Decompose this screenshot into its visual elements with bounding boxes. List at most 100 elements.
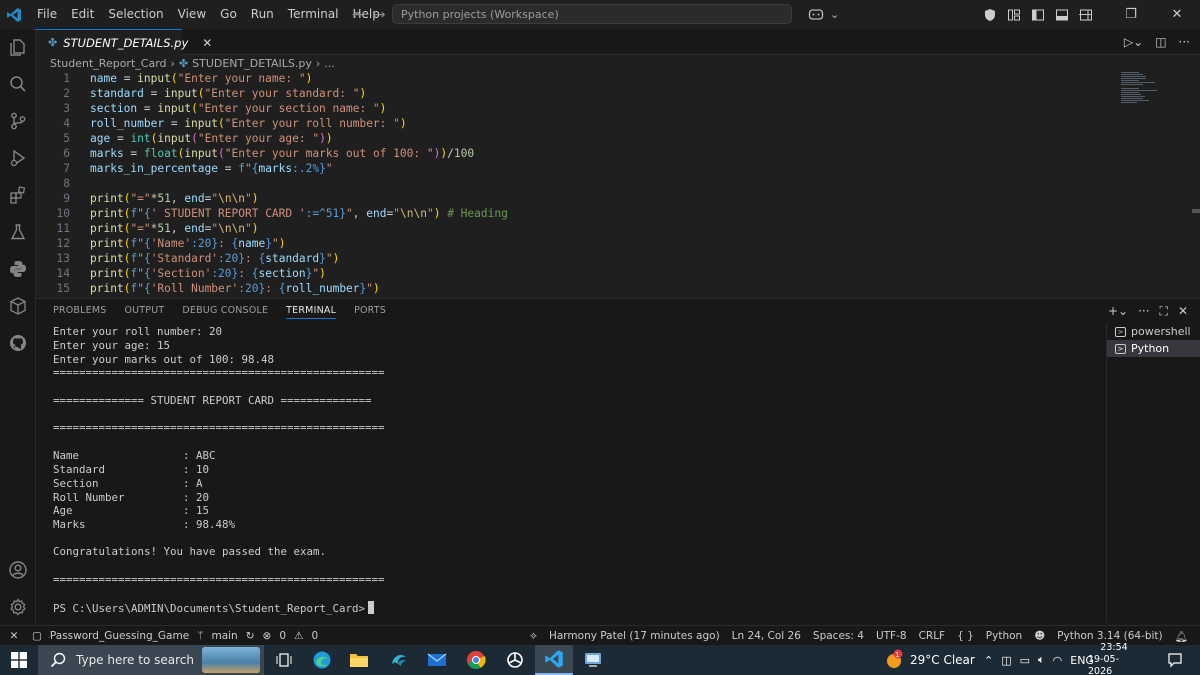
meet-now-icon[interactable]: ◫ bbox=[1001, 654, 1011, 667]
status-spaces[interactable]: Spaces: 4 bbox=[813, 630, 864, 642]
terminal-line: Enter your roll number: 20 bbox=[53, 325, 223, 338]
maximize-panel-icon[interactable]: ⛶ bbox=[1160, 304, 1168, 319]
status-language[interactable]: Python bbox=[986, 630, 1022, 642]
status-interpreter[interactable]: Python 3.14 (64-bit) bbox=[1057, 630, 1163, 642]
status-warnings[interactable]: 0 bbox=[311, 630, 318, 642]
run-python-file-icon[interactable]: ▷⌄ bbox=[1124, 35, 1143, 49]
wifi-icon[interactable]: ◠ bbox=[1053, 654, 1063, 667]
menu-run[interactable]: Run bbox=[244, 0, 281, 29]
tab-output[interactable]: OUTPUT bbox=[124, 305, 164, 316]
remote-window-icon[interactable]: ✕ bbox=[0, 626, 28, 646]
menu-file[interactable]: File bbox=[30, 0, 64, 29]
terminal-item-python[interactable]: > Python bbox=[1107, 340, 1200, 357]
terminal-line: ============== STUDENT REPORT CARD =====… bbox=[53, 394, 372, 407]
status-folder[interactable]: Password_Guessing_Game bbox=[50, 630, 189, 642]
app-icon-monitor[interactable] bbox=[574, 645, 612, 675]
more-actions-icon[interactable]: ··· bbox=[1179, 35, 1190, 49]
remote-explorer-icon[interactable] bbox=[0, 288, 36, 324]
close-window-icon[interactable]: ✕ bbox=[1154, 0, 1200, 29]
menu-view[interactable]: View bbox=[171, 0, 213, 29]
customize-layout-icon[interactable] bbox=[1007, 8, 1021, 22]
minimize-icon[interactable]: — bbox=[1062, 0, 1108, 29]
minimap[interactable] bbox=[1119, 71, 1179, 111]
explorer-icon[interactable] bbox=[0, 29, 36, 65]
task-view-icon[interactable] bbox=[265, 645, 303, 675]
close-panel-icon[interactable]: ✕ bbox=[1178, 304, 1188, 318]
copilot-status-icon[interactable]: ☻ bbox=[1034, 630, 1045, 642]
app-icon-wave[interactable] bbox=[380, 645, 418, 675]
editor-scrollbar[interactable] bbox=[1192, 209, 1200, 213]
line-number: 3 bbox=[63, 102, 70, 115]
testing-flask-icon[interactable] bbox=[0, 214, 36, 250]
weather-widget[interactable]: 1 29°C Clear bbox=[882, 645, 975, 675]
terminal-prompt: PS C:\Users\ADMIN\Documents\Student_Repo… bbox=[53, 601, 375, 615]
code-line: 10 print(f"{' STUDENT REPORT CARD ':=^51}… bbox=[36, 206, 1136, 221]
more-actions-icon[interactable]: ··· bbox=[1138, 304, 1149, 318]
windows-start-icon[interactable] bbox=[0, 645, 38, 675]
tab-ports[interactable]: PORTS bbox=[354, 305, 386, 316]
github-icon[interactable] bbox=[0, 325, 36, 361]
source-control-icon[interactable] bbox=[0, 103, 36, 139]
status-encoding[interactable]: UTF-8 bbox=[876, 630, 907, 642]
status-blame[interactable]: Harmony Patel (17 minutes ago) bbox=[549, 630, 720, 642]
breadcrumb-file[interactable]: STUDENT_DETAILS.py bbox=[192, 57, 312, 70]
extensions-icon[interactable] bbox=[0, 177, 36, 213]
menu-go[interactable]: Go bbox=[213, 0, 244, 29]
speaker-icon[interactable]: 🔈︎ bbox=[1038, 653, 1045, 667]
breadcrumb-more[interactable]: ... bbox=[324, 57, 335, 70]
menu-edit[interactable]: Edit bbox=[64, 0, 101, 29]
tab-student-details[interactable]: ✤ STUDENT_DETAILS.py ✕ bbox=[36, 29, 212, 55]
command-center-label: Python projects (Workspace) bbox=[401, 7, 559, 21]
tab-terminal[interactable]: TERMINAL bbox=[286, 305, 337, 319]
status-errors[interactable]: 0 bbox=[279, 630, 286, 642]
status-branch[interactable]: main bbox=[211, 630, 237, 642]
terminal-line: ========================================… bbox=[53, 421, 385, 434]
settings-gear-icon[interactable] bbox=[0, 589, 36, 625]
code-line: 14 print(f"{'Section':20}: {section}") bbox=[36, 266, 1136, 281]
new-terminal-icon[interactable]: +⌄ bbox=[1108, 304, 1128, 318]
command-center-search[interactable]: Python projects (Workspace) bbox=[392, 4, 792, 24]
tab-debug-console[interactable]: DEBUG CONSOLE bbox=[182, 305, 268, 316]
notifications-bell-icon[interactable]: 🔔︎ bbox=[1175, 630, 1188, 643]
breadcrumb-folder[interactable]: Student_Report_Card bbox=[50, 57, 167, 70]
status-bar: ✕ ▢ Password_Guessing_Game ᛘ main ↻ ⊗ 0 … bbox=[0, 625, 1200, 645]
close-tab-icon[interactable]: ✕ bbox=[202, 36, 212, 50]
menu-selection[interactable]: Selection bbox=[101, 0, 170, 29]
mail-icon[interactable] bbox=[418, 645, 456, 675]
search-icon[interactable] bbox=[0, 66, 36, 102]
git-blame-icon: ⟡ bbox=[530, 629, 537, 642]
battery-icon[interactable]: ▭ bbox=[1020, 654, 1030, 667]
code-editor[interactable]: 1 name = input("Enter your name: ") 2 stan… bbox=[36, 71, 1200, 298]
restore-icon[interactable]: ❐ bbox=[1108, 0, 1154, 29]
toggle-primary-sidebar-icon[interactable] bbox=[1031, 8, 1045, 22]
terminal-icon: > bbox=[1115, 343, 1126, 354]
tab-label: STUDENT_DETAILS.py bbox=[63, 35, 189, 50]
edge-browser-icon[interactable] bbox=[303, 645, 341, 675]
file-explorer-icon[interactable] bbox=[340, 645, 378, 675]
split-editor-icon[interactable]: ◫ bbox=[1155, 35, 1166, 49]
account-icon[interactable] bbox=[0, 552, 36, 588]
chrome-icon[interactable] bbox=[457, 645, 495, 675]
braces-icon: { } bbox=[957, 630, 974, 642]
back-arrow-icon[interactable]: ← bbox=[352, 7, 364, 23]
chevron-up-icon[interactable]: ⌃ bbox=[984, 654, 993, 667]
notification-center-icon[interactable] bbox=[1160, 645, 1190, 675]
chatgpt-icon[interactable] bbox=[496, 645, 534, 675]
taskbar-clock[interactable]: 23:54 19-05-2026 bbox=[1088, 642, 1140, 675]
status-eol[interactable]: CRLF bbox=[919, 630, 946, 642]
accounts-shield-icon[interactable] bbox=[983, 8, 997, 22]
status-position[interactable]: Ln 24, Col 26 bbox=[732, 630, 801, 642]
terminal-item-powershell[interactable]: > powershell bbox=[1107, 323, 1200, 340]
code-line: 1 name = input("Enter your name: ") bbox=[36, 71, 1136, 86]
python-icon[interactable] bbox=[0, 251, 36, 287]
branch-icon: ᛘ bbox=[197, 630, 204, 642]
sync-icon[interactable]: ↻ bbox=[246, 630, 255, 642]
code-line: 13 print(f"{'Standard':20}: {standard}") bbox=[36, 251, 1136, 266]
menu-terminal[interactable]: Terminal bbox=[281, 0, 346, 29]
taskbar-search-box[interactable]: Type here to search bbox=[38, 645, 264, 675]
run-debug-icon[interactable] bbox=[0, 140, 36, 176]
forward-arrow-icon[interactable]: → bbox=[374, 7, 386, 23]
copilot-button[interactable]: ⌄ bbox=[808, 4, 850, 24]
tab-problems[interactable]: PROBLEMS bbox=[53, 305, 106, 316]
vscode-taskbar-icon[interactable] bbox=[535, 645, 573, 675]
